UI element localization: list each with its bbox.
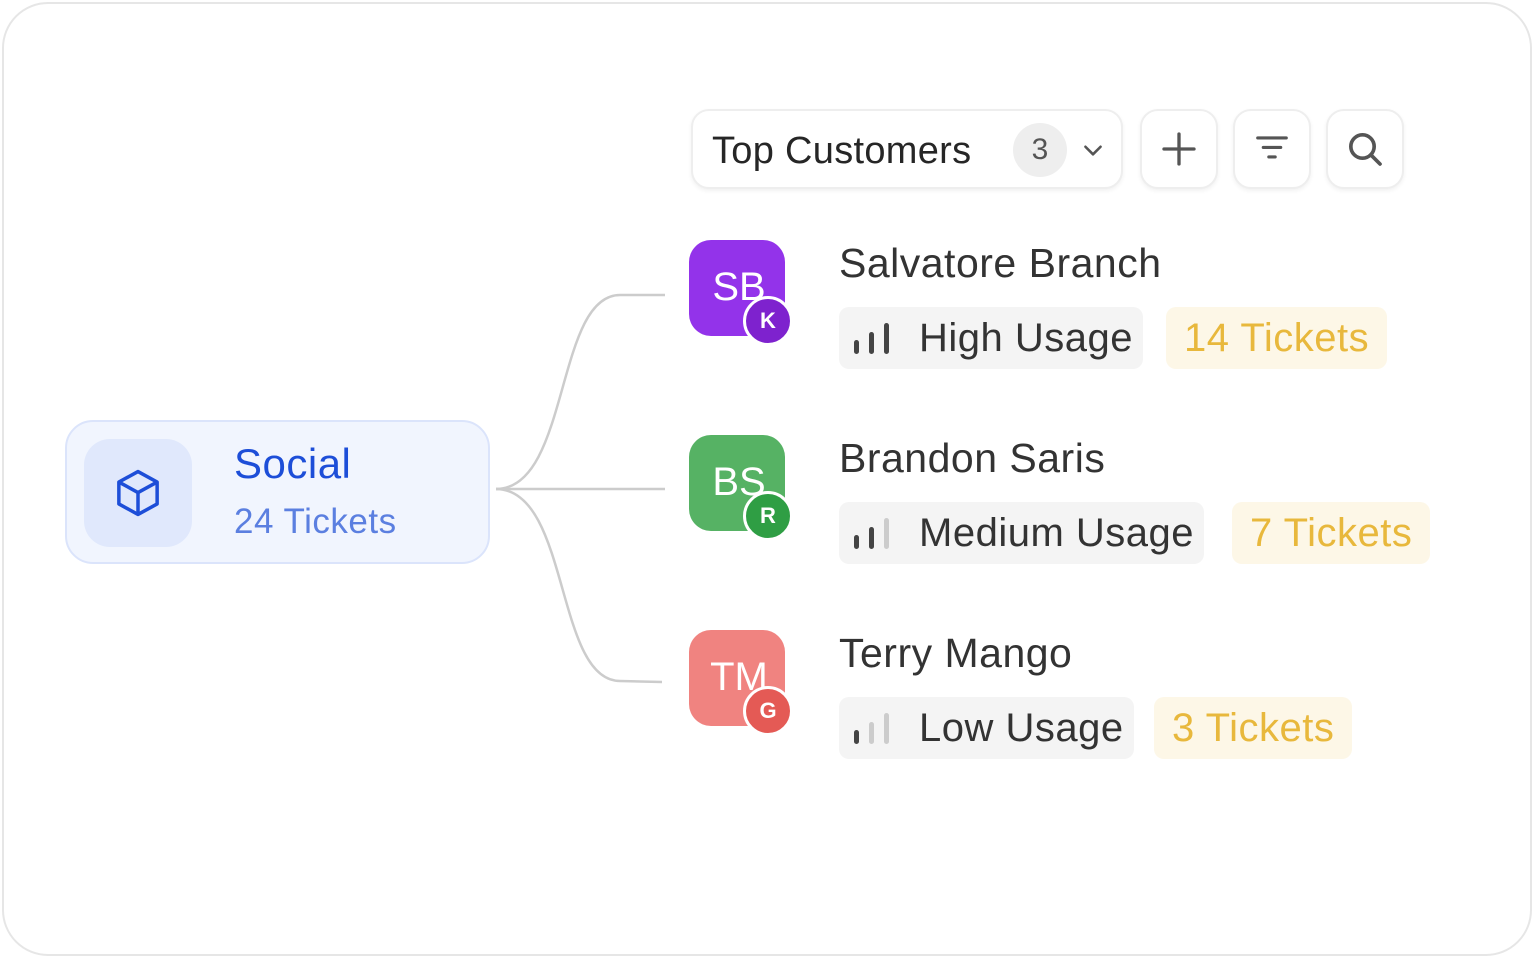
dropdown-label: Top Customers: [712, 130, 972, 172]
customer-name: Brandon Saris: [839, 435, 1106, 481]
signal-high-icon: [854, 323, 889, 354]
top-customers-dropdown[interactable]: Top Customers 3: [691, 109, 1123, 189]
assignee-badge: G: [743, 686, 793, 736]
assignee-badge: K: [743, 296, 793, 346]
search-button[interactable]: [1326, 109, 1404, 189]
add-button[interactable]: [1140, 109, 1218, 189]
customer-name: Terry Mango: [839, 630, 1073, 676]
usage-label: High Usage: [919, 315, 1134, 360]
category-ticket-count: 24 Tickets: [234, 502, 397, 541]
category-node-social[interactable]: Social 24 Tickets: [65, 420, 490, 564]
usage-label: Medium Usage: [919, 510, 1195, 555]
customer-row[interactable]: TM G Terry Mango Low Usage 3 Tickets: [689, 630, 1489, 760]
usage-pill: Medium Usage: [839, 502, 1205, 564]
signal-low-icon: [854, 713, 889, 744]
usage-label: Low Usage: [919, 705, 1124, 750]
tickets-badge: 7 Tickets: [1232, 502, 1431, 564]
customer-name: Salvatore Branch: [839, 240, 1162, 286]
usage-pill: High Usage: [839, 307, 1144, 369]
count-badge: 3: [1013, 123, 1067, 177]
search-icon: [1349, 133, 1382, 166]
tickets-badge: 14 Tickets: [1166, 307, 1388, 369]
plus-icon: [1162, 132, 1196, 166]
chevron-down-icon: [1084, 145, 1102, 156]
customer-row[interactable]: BS R Brandon Saris Medium Usage 7 Ticket…: [689, 435, 1489, 565]
cube-icon: [84, 439, 192, 547]
signal-medium-icon: [854, 518, 889, 549]
category-title: Social: [234, 440, 352, 487]
customer-row[interactable]: SB K Salvatore Branch High Usage 14 Tick…: [689, 240, 1489, 370]
tickets-badge: 3 Tickets: [1154, 697, 1353, 759]
usage-pill: Low Usage: [839, 697, 1134, 759]
filter-icon: [1256, 136, 1288, 159]
filter-button[interactable]: [1233, 109, 1311, 189]
assignee-badge: R: [743, 491, 793, 541]
